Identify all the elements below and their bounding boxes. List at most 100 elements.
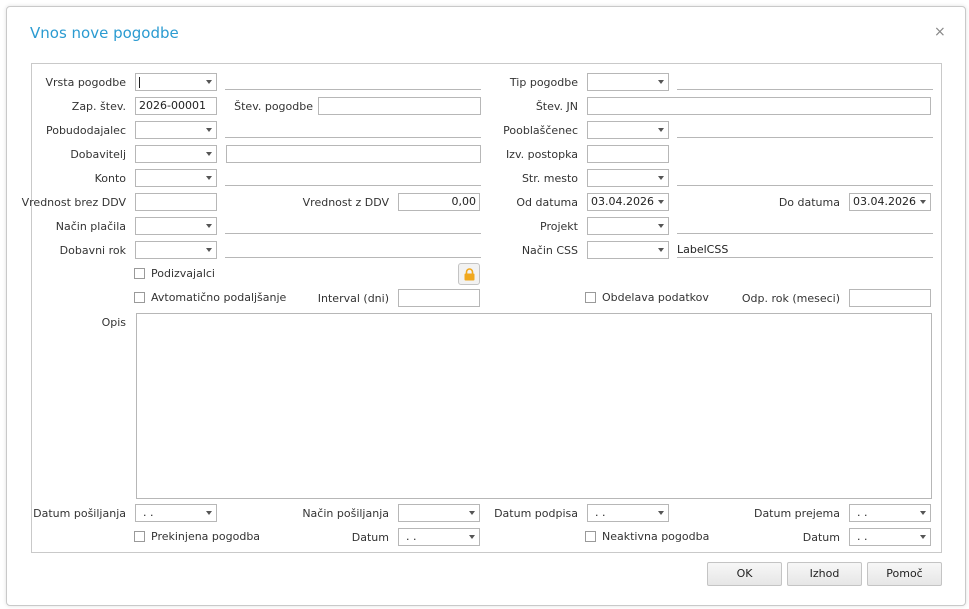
chevron-down-icon: [920, 511, 926, 515]
obdelava-podatkov-label: Obdelava podatkov: [602, 291, 709, 304]
chevron-down-icon: [206, 511, 212, 515]
dobavni-rok-select[interactable]: [135, 241, 217, 259]
tip-pogodbe-select[interactable]: [587, 73, 669, 91]
tip-pogodbe-label: Tip pogodbe: [509, 76, 578, 89]
prekinjena-pogodba-label: Prekinjena pogodba: [151, 530, 261, 543]
neaktivna-pogodba-checkbox[interactable]: [585, 531, 596, 542]
interval-input[interactable]: [398, 289, 480, 307]
chevron-down-icon: [658, 248, 664, 252]
nacin-posiljanja-label: Način pošiljanja: [302, 507, 389, 520]
do-datuma-label: Do datuma: [778, 196, 840, 209]
nacin-css-label: Način CSS: [521, 244, 578, 257]
pooblascenec-label: Pooblaščenec: [503, 124, 578, 137]
chevron-down-icon: [658, 200, 664, 204]
datum-prekinitve-label: Datum: [351, 531, 389, 544]
nacin-posiljanja-select[interactable]: [398, 504, 480, 522]
projekt-select[interactable]: [587, 217, 669, 235]
ok-button[interactable]: OK: [707, 562, 782, 586]
izv-postopka-label: Izv. postopka: [505, 148, 578, 161]
dobavitelj-label: Dobavitelj: [70, 148, 126, 161]
dialog-title: Vnos nove pogodbe: [30, 24, 179, 42]
datum-neaktivnosti-picker[interactable]: . .: [849, 528, 931, 546]
projekt-label: Projekt: [540, 220, 578, 233]
datum-posiljanja-picker[interactable]: . .: [135, 504, 217, 522]
vrsta-pogodbe-description: [225, 75, 481, 90]
podizvajalci-label: Podizvajalci: [151, 267, 215, 280]
nacin-css-select[interactable]: [587, 241, 669, 259]
zap-stev-input[interactable]: 2026-00001: [135, 97, 217, 115]
vrednost-brez-ddv-input[interactable]: [135, 193, 217, 211]
datum-prekinitve-picker[interactable]: . .: [398, 528, 480, 546]
stev-pogodbe-input[interactable]: [318, 97, 481, 115]
do-datuma-picker[interactable]: 03.04.2026: [849, 193, 931, 211]
vrsta-pogodbe-select[interactable]: [135, 73, 217, 91]
od-datuma-label: Od datuma: [516, 196, 578, 209]
chevron-down-icon: [206, 248, 212, 252]
vrsta-pogodbe-label: Vrsta pogodbe: [45, 76, 127, 89]
podizvajalci-checkbox[interactable]: [134, 268, 145, 279]
opis-label: Opis: [101, 316, 126, 329]
odp-rok-input[interactable]: [849, 289, 931, 307]
str-mesto-select[interactable]: [587, 169, 669, 187]
dobavitelj-select[interactable]: [135, 145, 217, 163]
nacin-placila-label: Način plačila: [55, 220, 126, 233]
konto-select[interactable]: [135, 169, 217, 187]
neaktivna-pogodba-label: Neaktivna pogodba: [602, 530, 710, 543]
avtomaticno-podaljsanje-checkbox[interactable]: [134, 292, 145, 303]
pobudodajalec-select[interactable]: [135, 121, 217, 139]
konto-description: [225, 171, 481, 186]
datum-podpisa-label: Datum podpisa: [494, 507, 578, 520]
nacin-placila-description: [225, 219, 481, 234]
datum-neaktivnosti-label: Datum: [802, 531, 840, 544]
opis-textarea[interactable]: [136, 313, 932, 499]
nacin-css-description: LabelCSS: [677, 243, 933, 258]
str-mesto-description: [677, 171, 933, 186]
stev-jn-label: Štev. JN: [535, 100, 578, 113]
datum-prejema-picker[interactable]: . .: [849, 504, 931, 522]
interval-label: Interval (dni): [317, 292, 389, 305]
od-datuma-picker[interactable]: 03.04.2026: [587, 193, 669, 211]
nacin-placila-select[interactable]: [135, 217, 217, 235]
izv-postopka-input[interactable]: [587, 145, 669, 163]
dobavni-rok-description: [225, 243, 481, 258]
chevron-down-icon: [920, 200, 926, 204]
chevron-down-icon: [206, 80, 212, 84]
chevron-down-icon: [920, 535, 926, 539]
chevron-down-icon: [658, 128, 664, 132]
chevron-down-icon: [206, 176, 212, 180]
tip-pogodbe-description: [677, 75, 933, 90]
chevron-down-icon: [658, 176, 664, 180]
chevron-down-icon: [206, 152, 212, 156]
datum-podpisa-picker[interactable]: . .: [587, 504, 669, 522]
lock-button[interactable]: [458, 263, 480, 285]
chevron-down-icon: [658, 511, 664, 515]
dobavni-rok-label: Dobavni rok: [59, 244, 126, 257]
pooblascenec-description: [677, 123, 933, 138]
chevron-down-icon: [206, 224, 212, 228]
odp-rok-label: Odp. rok (meseci): [741, 292, 840, 305]
avtomaticno-podaljsanje-label: Avtomatično podaljšanje: [151, 291, 287, 304]
pobudodajalec-label: Pobudodajalec: [45, 124, 126, 137]
stev-jn-input[interactable]: [587, 97, 931, 115]
chevron-down-icon: [206, 128, 212, 132]
izhod-button[interactable]: Izhod: [787, 562, 862, 586]
zap-stev-label: Zap. štev.: [71, 100, 126, 113]
prekinjena-pogodba-checkbox[interactable]: [134, 531, 145, 542]
datum-prejema-label: Datum prejema: [753, 507, 840, 520]
stev-pogodbe-label: Štev. pogodbe: [234, 100, 313, 113]
close-icon[interactable]: ×: [934, 24, 946, 40]
vrednost-z-ddv-label: Vrednost z DDV: [302, 196, 389, 209]
pomoc-button[interactable]: Pomoč: [867, 562, 942, 586]
lock-icon: [464, 268, 475, 281]
konto-label: Konto: [94, 172, 126, 185]
chevron-down-icon: [469, 511, 475, 515]
chevron-down-icon: [469, 535, 475, 539]
vrednost-brez-ddv-label: Vrednost brez DDV: [21, 196, 126, 209]
obdelava-podatkov-checkbox[interactable]: [585, 292, 596, 303]
datum-posiljanja-label: Datum pošiljanja: [33, 507, 126, 520]
projekt-description: [677, 219, 933, 234]
dobavitelj-name-input[interactable]: [226, 145, 481, 163]
vrednost-z-ddv-input[interactable]: 0,00: [398, 193, 480, 211]
pooblascenec-select[interactable]: [587, 121, 669, 139]
chevron-down-icon: [658, 224, 664, 228]
